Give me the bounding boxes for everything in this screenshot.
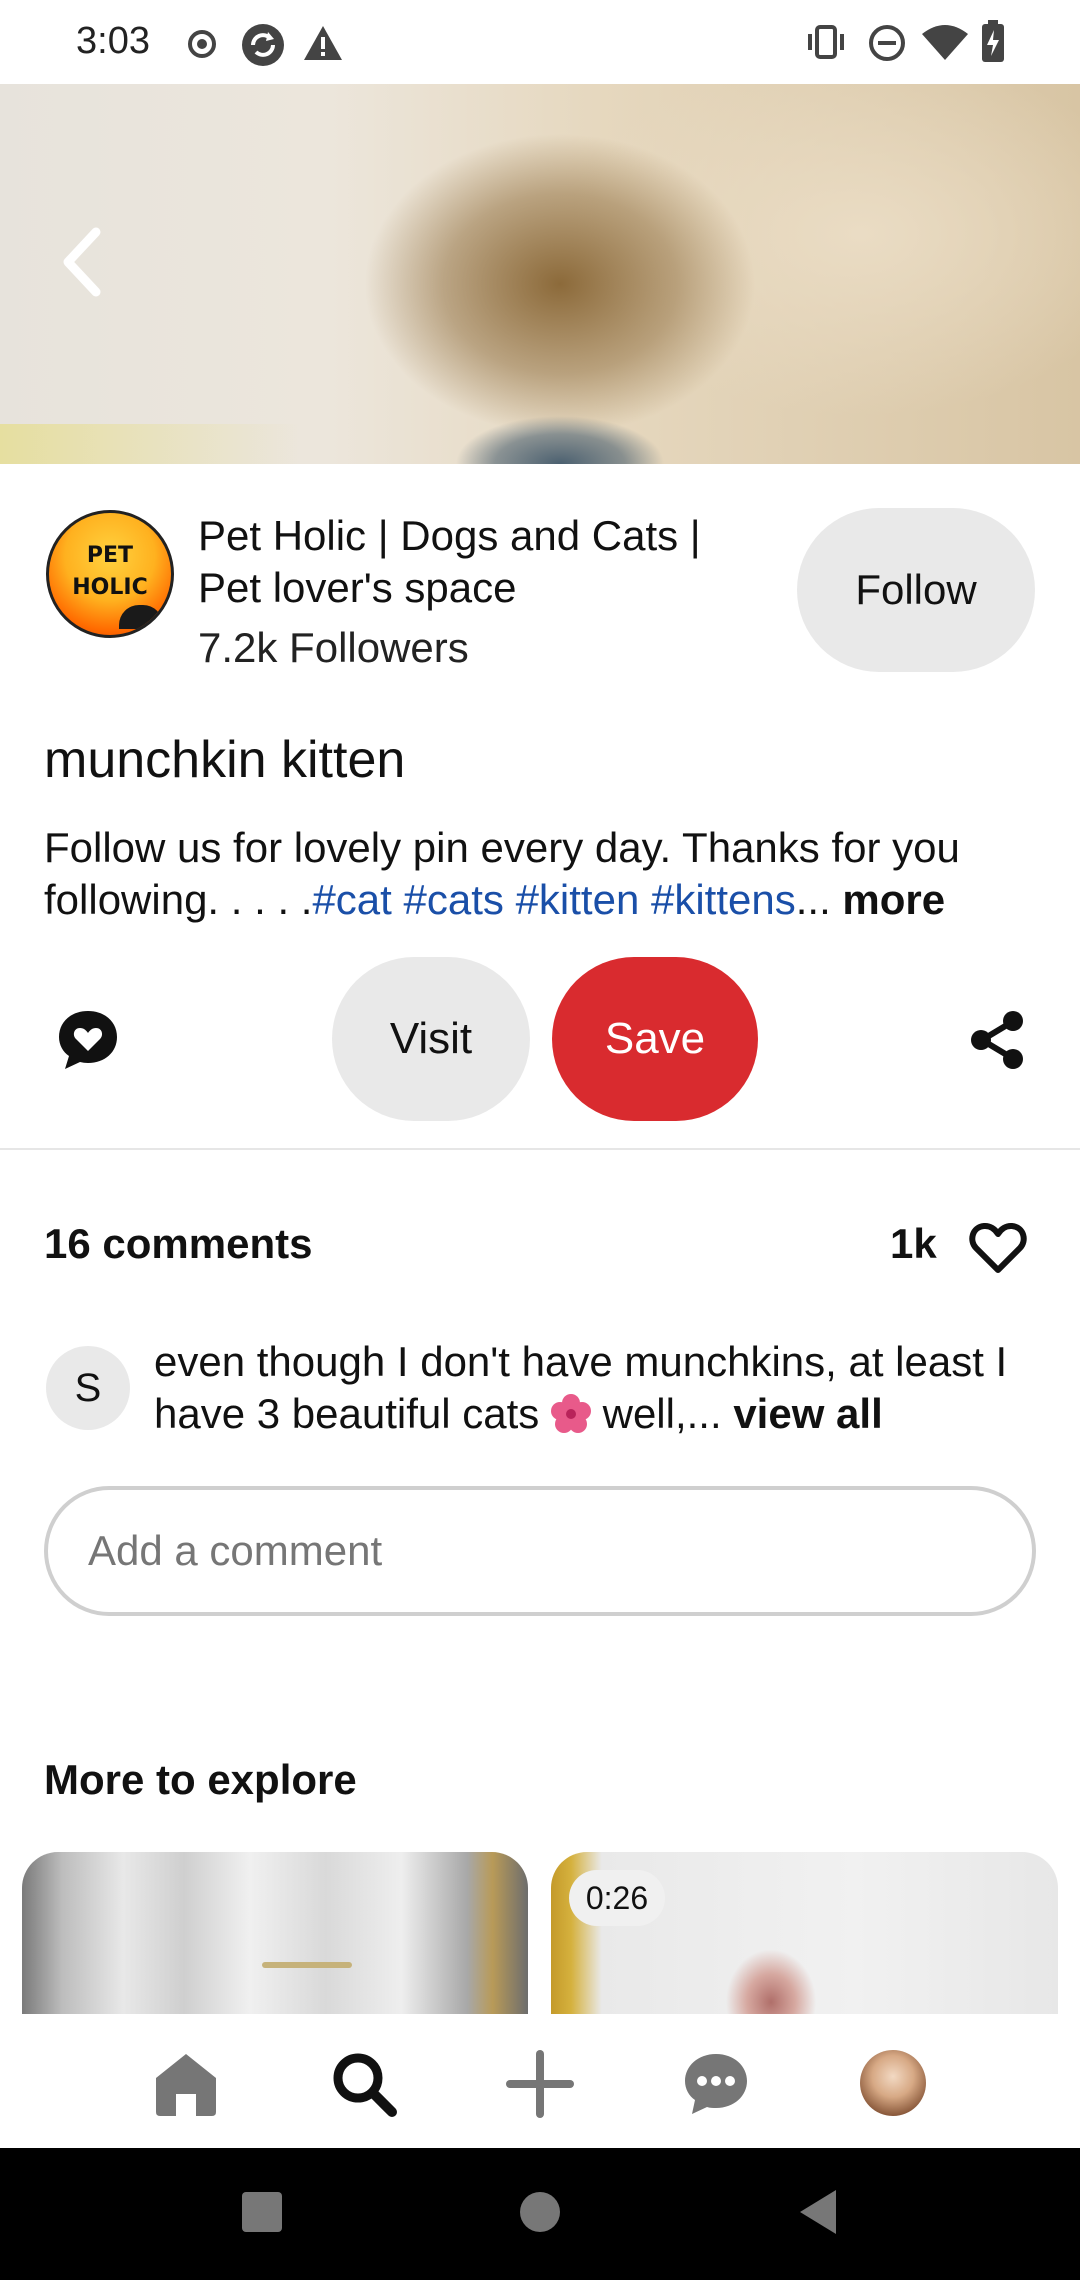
heart-icon[interactable]	[968, 1220, 1028, 1276]
back-icon[interactable]	[52, 222, 112, 302]
sync-icon	[242, 24, 284, 66]
wifi-icon	[922, 25, 968, 60]
image-detail	[430, 384, 690, 464]
creator-avatar[interactable]: PET HOLIC	[46, 510, 174, 638]
divider	[0, 1148, 1080, 1150]
comment-text-continued: well,...	[590, 1390, 734, 1437]
comment-icon[interactable]	[56, 1008, 120, 1072]
profile-avatar[interactable]	[860, 2050, 926, 2116]
description-tags[interactable]: #cat #cats #kitten #kittens	[312, 876, 795, 923]
description-more-link[interactable]: more	[831, 876, 945, 923]
pin-image[interactable]	[0, 84, 1080, 464]
back-button[interactable]	[796, 2188, 840, 2236]
status-bar: 3:03	[0, 0, 1080, 84]
video-duration-badge: 0:26	[569, 1870, 665, 1926]
home-button[interactable]	[518, 2190, 562, 2234]
logo-tree	[119, 605, 163, 629]
image-detail	[0, 424, 300, 464]
dnd-icon	[869, 25, 905, 61]
description-ellipsis: ...	[795, 876, 831, 923]
creator-name[interactable]: Pet Holic | Dogs and Cats | Pet lover's …	[198, 510, 758, 614]
home-icon[interactable]	[152, 2050, 220, 2118]
image-detail	[262, 1962, 352, 1968]
plus-icon[interactable]	[506, 2050, 574, 2118]
top-comment[interactable]: even though I don't have munchkins, at l…	[154, 1336, 1054, 1440]
share-icon[interactable]	[968, 1010, 1026, 1070]
battery-charging-icon	[982, 20, 1004, 62]
view-all-link[interactable]: view all	[733, 1390, 882, 1437]
recents-button[interactable]	[240, 2190, 284, 2234]
creator-followers: 7.2k Followers	[198, 624, 469, 671]
follow-button[interactable]: Follow	[797, 508, 1035, 672]
vibrate-icon	[808, 25, 844, 59]
visit-button[interactable]: Visit	[332, 957, 530, 1121]
hibiscus-emoji-icon	[550, 1394, 591, 1433]
logo-text: HOLIC	[72, 575, 148, 600]
explore-tile[interactable]	[22, 1852, 528, 2014]
status-time: 3:03	[76, 20, 150, 62]
logo-text: PET	[86, 543, 134, 568]
search-icon[interactable]	[330, 2050, 398, 2118]
system-nav-bar	[0, 2148, 1080, 2280]
likes-count: 1k	[890, 1220, 937, 1267]
comments-count[interactable]: 16 comments	[44, 1220, 312, 1268]
warning-icon	[304, 26, 342, 60]
record-icon	[188, 30, 216, 58]
messages-icon[interactable]	[682, 2050, 750, 2118]
pin-description[interactable]: Follow us for lovely pin every day. Than…	[44, 822, 1044, 926]
save-button[interactable]: Save	[552, 957, 758, 1121]
commenter-avatar[interactable]: S	[46, 1346, 130, 1430]
add-comment-input[interactable]	[44, 1486, 1036, 1616]
explore-title: More to explore	[44, 1756, 357, 1803]
pin-title: munchkin kitten	[44, 731, 406, 789]
